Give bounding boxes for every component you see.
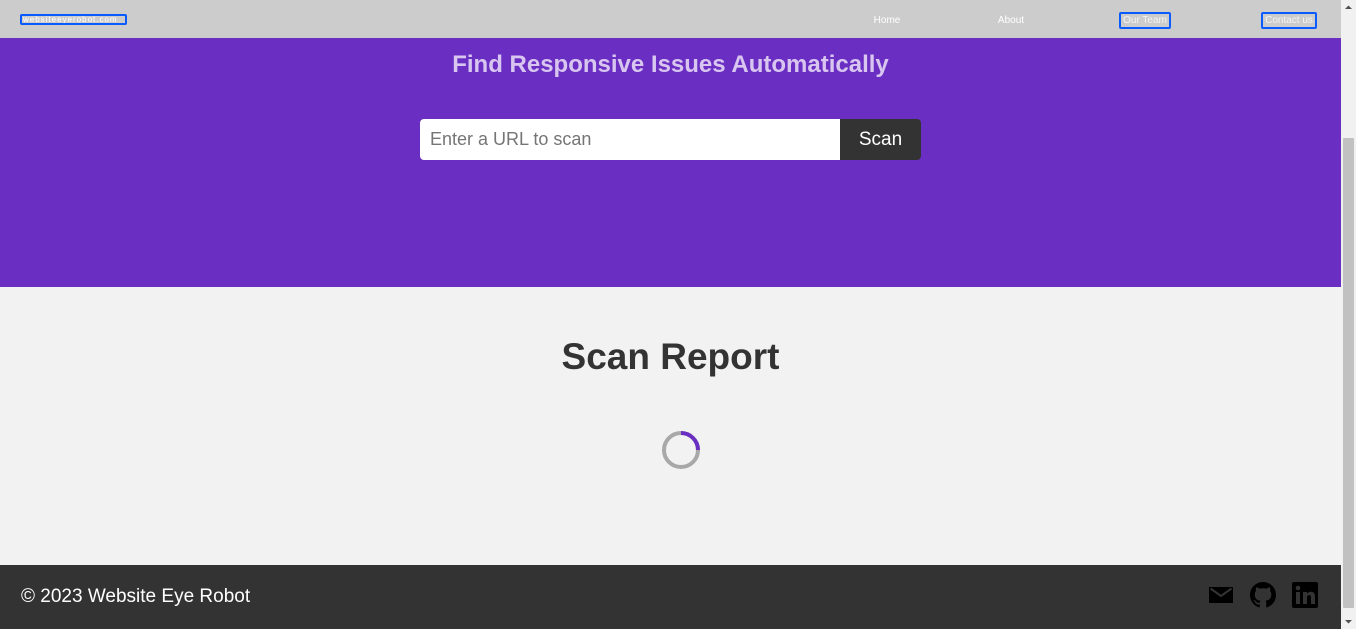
navbar: websiteeyerobot.com Home About Our Team …: [0, 0, 1341, 38]
github-icon[interactable]: [1250, 582, 1276, 608]
copyright-text: © 2023 Website Eye Robot: [21, 586, 251, 607]
scrollbar-thumb[interactable]: [1343, 138, 1354, 608]
scroll-down-arrow-icon[interactable]: [1341, 614, 1356, 629]
loading-spinner-icon: [662, 431, 700, 469]
mail-icon[interactable]: [1208, 582, 1234, 608]
site-logo-link[interactable]: websiteeyerobot.com: [20, 14, 127, 25]
page: websiteeyerobot.com Home About Our Team …: [0, 0, 1341, 629]
vertical-scrollbar[interactable]: [1341, 0, 1356, 629]
hero-title: Find Responsive Issues Automatically: [452, 51, 889, 78]
url-input[interactable]: [420, 119, 840, 160]
scroll-up-arrow-icon[interactable]: [1341, 0, 1356, 15]
nav-about-link[interactable]: About: [992, 12, 1030, 29]
footer: © 2023 Website Eye Robot: [0, 565, 1341, 629]
linkedin-icon[interactable]: [1292, 582, 1318, 608]
hero-section: Find Responsive Issues Automatically Sca…: [0, 38, 1341, 287]
nav-contact-link[interactable]: Contact us: [1261, 12, 1317, 29]
nav-our-team-link[interactable]: Our Team: [1119, 12, 1171, 29]
nav-home-link[interactable]: Home: [868, 12, 906, 29]
report-title: Scan Report: [561, 336, 780, 377]
scan-button[interactable]: Scan: [840, 119, 921, 160]
scan-form: Scan: [420, 119, 921, 160]
